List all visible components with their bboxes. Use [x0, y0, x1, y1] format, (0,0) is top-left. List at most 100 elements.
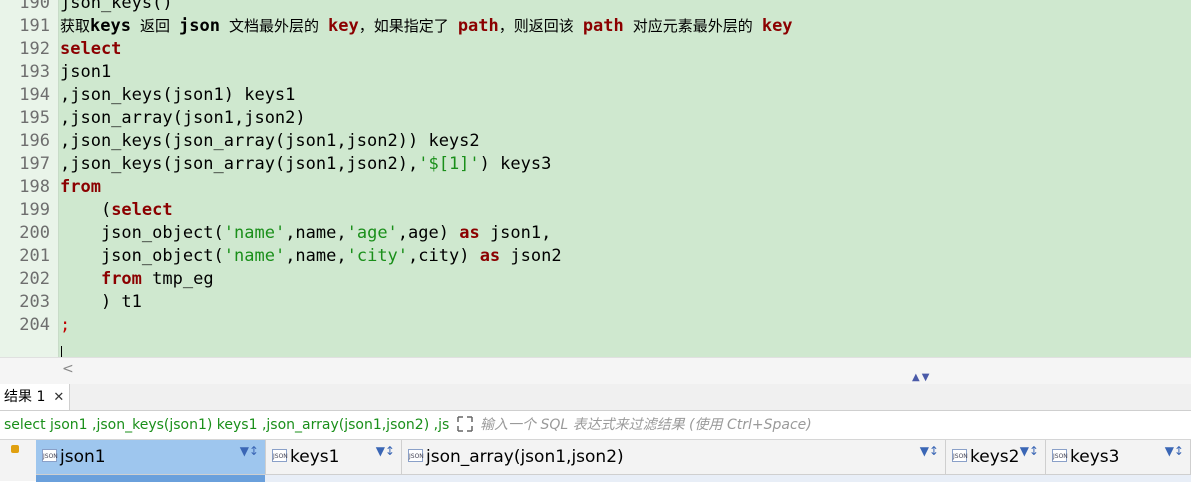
code-line[interactable]: 199 (select — [0, 199, 1191, 222]
code-lines[interactable]: 190 json_keys() 191 获取keys 返回 json 文档最外层的 k… — [0, 0, 1191, 337]
code-token: ,name, — [285, 246, 347, 266]
code-token: json1, — [479, 223, 552, 243]
code-token: json_object( — [60, 246, 224, 266]
column-name: json1 — [60, 447, 106, 467]
code-line[interactable]: 204; — [0, 314, 1191, 337]
code-token: ,age) — [397, 223, 460, 243]
sql-editor[interactable]: 190 json_keys() 191 获取keys 返回 json 文档最外层的 k… — [0, 0, 1191, 357]
result-grid[interactable]: JSON json1 ▼↕ JSON keys1 ▼↕ JSON json_array(jso… — [0, 440, 1191, 482]
code-token: json_object( — [60, 223, 224, 243]
sort-filter-icon[interactable]: ▼↕ — [1165, 444, 1184, 458]
column-name: json_array(json1,json2) — [426, 447, 624, 467]
sort-filter-icon[interactable]: ▼↕ — [240, 444, 259, 458]
code-line[interactable]: 203 ) t1 — [0, 291, 1191, 314]
code-line[interactable]: 197 ,json_keys(json_array(json1,json2),'$… — [0, 153, 1191, 176]
column-header-json1[interactable]: JSON json1 ▼↕ — [36, 440, 266, 474]
code-token: ,city) — [408, 246, 480, 266]
sort-filter-icon[interactable]: ▼↕ — [1020, 444, 1039, 458]
scroll-left-icon[interactable]: < — [62, 361, 74, 377]
code-token: path — [457, 16, 499, 36]
code-token: 'age' — [346, 223, 398, 243]
line-number: 204 — [19, 315, 50, 335]
code-token: from — [100, 269, 142, 289]
json-type-icon: JSON — [952, 449, 968, 462]
line-number: 201 — [19, 246, 50, 266]
code-token: json_keys() — [60, 0, 173, 13]
code-token: ，如果指定了 — [358, 17, 458, 35]
line-number: 199 — [19, 200, 50, 220]
tab-label: 结果 1 — [4, 389, 46, 405]
code-line[interactable]: 190 json_keys() — [0, 0, 1191, 15]
code-line[interactable]: 202 from tmp_eg — [0, 268, 1191, 291]
json-type-icon: JSON — [408, 449, 424, 462]
line-number: 190 — [19, 0, 50, 13]
line-number: 203 — [19, 292, 50, 312]
filter-expand-icon[interactable] — [457, 416, 473, 432]
code-line[interactable]: 194 ,json_keys(json1) keys1 — [0, 84, 1191, 107]
column-name: keys3 — [1070, 447, 1120, 467]
code-token: ,name, — [285, 223, 347, 243]
code-line[interactable]: 198 from — [0, 176, 1191, 199]
code-token: 对应元素最外层的 — [623, 17, 762, 35]
code-token: 获取 — [60, 17, 91, 35]
code-token: ) keys3 — [479, 154, 552, 174]
json-type-icon: JSON — [42, 449, 58, 462]
code-line[interactable]: 191 获取keys 返回 json 文档最外层的 key，如果指定了 path，… — [0, 15, 1191, 38]
code-token: ,json_array(json1,json2) — [60, 108, 306, 128]
column-header-keys2[interactable]: JSON keys2 ▼↕ — [946, 440, 1046, 474]
code-token: '$[1]' — [418, 154, 480, 174]
column-header-json-array-json1-json2[interactable]: JSON json_array(json1,json2) ▼↕ — [402, 440, 946, 474]
close-icon[interactable]: ✕ — [53, 390, 64, 405]
column-header-keys1[interactable]: JSON keys1 ▼↕ — [266, 440, 402, 474]
code-token: 'city' — [346, 246, 409, 266]
filter-input[interactable]: 输入一个 SQL 表达式来过滤结果 (使用 Ctrl+Space) — [480, 411, 812, 439]
column-name: keys1 — [290, 447, 340, 467]
filter-bar: select json1 ,json_keys(json1) keys1 ,js… — [0, 411, 1191, 440]
code-token: ,json_keys(json_array(json1,json2), — [60, 154, 419, 174]
code-token: as — [479, 246, 501, 266]
executed-query-text[interactable]: select json1 ,json_keys(json1) keys1 ,js… — [4, 411, 450, 439]
line-number: 197 — [19, 154, 50, 174]
code-token: json — [179, 16, 220, 36]
code-token: key — [328, 16, 359, 36]
results-tab-bar: 结果 1 ✕ — [0, 384, 1191, 411]
code-token: 返回 — [130, 17, 180, 35]
line-number: 195 — [19, 108, 50, 128]
line-number: 198 — [19, 177, 50, 197]
code-line[interactable]: 195 ,json_array(json1,json2) — [0, 107, 1191, 130]
code-token: ) t1 — [60, 292, 142, 312]
sort-filter-icon[interactable]: ▼↕ — [920, 444, 939, 458]
sort-filter-icon[interactable]: ▼↕ — [376, 444, 395, 458]
code-token: select — [60, 39, 122, 59]
line-number: 192 — [19, 39, 50, 59]
line-number: 193 — [19, 62, 50, 82]
json-type-icon: JSON — [1052, 449, 1068, 462]
code-token: from — [60, 177, 101, 197]
code-line[interactable]: 193 json1 — [0, 61, 1191, 84]
panel-resize-icon[interactable]: ▲▼ — [912, 372, 931, 383]
code-token: json1 — [60, 62, 112, 82]
code-token: json2 — [500, 246, 562, 266]
line-number: 202 — [19, 269, 50, 289]
code-token: ,json_keys(json1) keys1 — [60, 85, 296, 105]
code-line[interactable]: 192 select — [0, 38, 1191, 61]
code-token: ,json_keys(json_array(json1,json2)) keys… — [60, 131, 480, 151]
code-token: as — [459, 223, 480, 243]
code-line[interactable]: 201 json_object('name',name,'city',city)… — [0, 245, 1191, 268]
code-token: tmp_eg — [141, 269, 214, 289]
json-type-icon: JSON — [272, 449, 288, 462]
column-header-keys3[interactable]: JSON keys3 ▼↕ — [1046, 440, 1191, 474]
code-line[interactable]: 200 json_object('name',name,'age',age) a… — [0, 222, 1191, 245]
code-token: ，则返回该 — [498, 17, 583, 35]
editor-horizontal-scrollbar[interactable]: < ▲▼ — [0, 357, 1191, 384]
code-token: 'name' — [223, 246, 286, 266]
grid-corner[interactable] — [0, 440, 37, 481]
tab-results-1[interactable]: 结果 1 ✕ — [0, 384, 70, 410]
line-number: 191 — [19, 16, 50, 36]
line-number: 196 — [19, 131, 50, 151]
code-token: 文档最外层的 — [219, 17, 329, 35]
code-token: key — [761, 16, 793, 36]
column-name: keys2 — [970, 447, 1020, 467]
code-line[interactable]: 196 ,json_keys(json_array(json1,json2)) k… — [0, 130, 1191, 153]
